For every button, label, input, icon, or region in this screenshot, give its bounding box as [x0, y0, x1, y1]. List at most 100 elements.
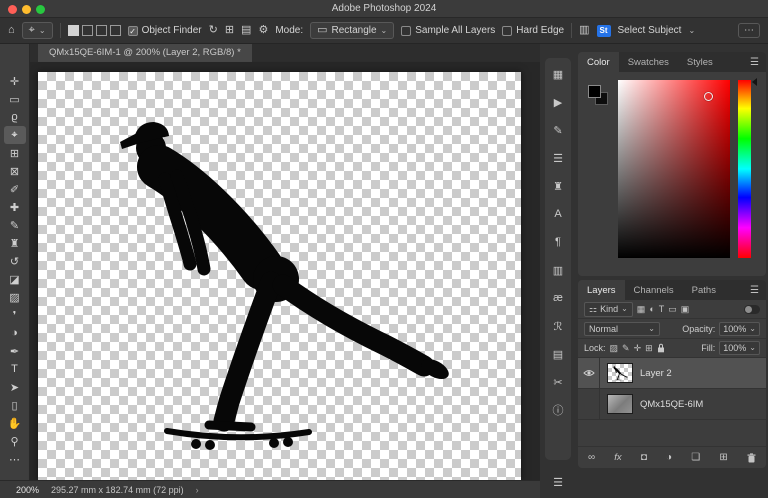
- move-tool[interactable]: ✛: [4, 72, 26, 90]
- edit-toolbar-button[interactable]: ⋯: [4, 450, 26, 468]
- show-all-objects-icon[interactable]: ⊞: [225, 25, 234, 36]
- new-selection-icon[interactable]: [67, 25, 79, 36]
- more-panels-icon[interactable]: ☰: [545, 470, 571, 494]
- frame-tool[interactable]: ⊠: [4, 162, 26, 180]
- properties-panel-icon[interactable]: ☰: [549, 149, 567, 167]
- opacity-dropdown[interactable]: 100% ⌄: [719, 321, 760, 336]
- cloud-processing-badge[interactable]: St: [596, 24, 611, 37]
- type-tool[interactable]: T: [4, 360, 26, 378]
- lock-transparent-pixels-icon[interactable]: ▨: [610, 343, 619, 354]
- info-panel-icon[interactable]: ⓘ: [549, 401, 567, 419]
- zoom-level[interactable]: 200%: [16, 485, 39, 495]
- hue-slider-handle[interactable]: [752, 78, 757, 86]
- delete-layer-icon[interactable]: [747, 452, 756, 463]
- tab-paths[interactable]: Paths: [683, 280, 725, 300]
- scissors-panel-icon[interactable]: ✂: [549, 373, 567, 391]
- subtract-from-selection-icon[interactable]: [95, 25, 107, 36]
- panel-menu-icon[interactable]: ☰: [743, 52, 766, 72]
- hue-slider[interactable]: [738, 80, 751, 258]
- filter-kind-dropdown[interactable]: ⚏ Kind ⌄: [584, 301, 633, 317]
- visibility-toggle[interactable]: [578, 358, 600, 388]
- pen-tool[interactable]: ✒: [4, 342, 26, 360]
- link-layers-icon[interactable]: ∞: [588, 452, 595, 463]
- device-icon[interactable]: ▥: [579, 25, 589, 36]
- object-selection-tool[interactable]: ⌖: [3, 126, 26, 144]
- filter-type-layers-icon[interactable]: T: [659, 304, 665, 314]
- checkbox-icon[interactable]: [502, 25, 513, 36]
- foreground-color-swatch[interactable]: [588, 85, 601, 98]
- layer-thumbnail[interactable]: [607, 394, 633, 414]
- new-layer-icon[interactable]: ⊞: [719, 452, 727, 463]
- gradient-tool[interactable]: ▨: [4, 288, 26, 306]
- tab-channels[interactable]: Channels: [625, 280, 683, 300]
- document-tab[interactable]: QMx15QE-6IM-1 @ 200% (Layer 2, RGB/8) *: [38, 44, 252, 62]
- checkbox-icon[interactable]: [401, 25, 412, 36]
- blur-tool[interactable]: ❜: [4, 306, 26, 324]
- intersect-selection-icon[interactable]: [109, 25, 121, 36]
- filter-smart-objects-icon[interactable]: ▣: [681, 304, 690, 315]
- layer-thumbnail[interactable]: [607, 363, 633, 383]
- eraser-tool[interactable]: ◪: [4, 270, 26, 288]
- lock-position-icon[interactable]: ✛: [634, 343, 642, 354]
- adjustment-layer-icon[interactable]: ◑: [666, 452, 672, 463]
- select-subject-button[interactable]: Select Subject: [618, 25, 682, 36]
- more-options-button[interactable]: ⋯: [738, 23, 760, 38]
- marquee-tool[interactable]: ▭: [4, 90, 26, 108]
- tab-swatches[interactable]: Swatches: [619, 52, 678, 72]
- visibility-toggle[interactable]: [578, 389, 600, 419]
- brush-tool[interactable]: ✎: [4, 216, 26, 234]
- hard-edge-checkbox[interactable]: Hard Edge: [502, 25, 564, 36]
- tab-layers[interactable]: Layers: [578, 280, 625, 300]
- lock-all-icon[interactable]: [657, 343, 665, 353]
- blend-mode-dropdown[interactable]: Normal ⌄: [584, 321, 660, 336]
- tab-color[interactable]: Color: [578, 52, 619, 72]
- layer-name[interactable]: Layer 2: [640, 368, 672, 379]
- panel-menu-icon[interactable]: ☰: [743, 280, 766, 300]
- paragraph-panel-icon[interactable]: ¶: [549, 233, 567, 251]
- home-icon[interactable]: ⌂: [8, 25, 15, 36]
- lock-artboard-icon[interactable]: ⊞: [645, 343, 653, 354]
- character-panel-icon[interactable]: A: [549, 205, 567, 223]
- crop-tool[interactable]: ⊞: [4, 144, 26, 162]
- libraries-panel-icon[interactable]: ▦: [549, 65, 567, 83]
- tab-styles[interactable]: Styles: [678, 52, 722, 72]
- filter-shape-layers-icon[interactable]: ▭: [668, 304, 677, 315]
- clone-source-panel-icon[interactable]: ♜: [549, 177, 567, 195]
- healing-brush-tool[interactable]: ✚: [4, 198, 26, 216]
- add-mask-icon[interactable]: ◘: [641, 452, 647, 463]
- actions-panel-icon[interactable]: ▶: [549, 93, 567, 111]
- brush-settings-panel-icon[interactable]: ✎: [549, 121, 567, 139]
- object-finder-checkbox[interactable]: ✓ Object Finder: [127, 25, 202, 36]
- gear-icon[interactable]: ⚙: [258, 25, 268, 36]
- eyedropper-tool[interactable]: ✐: [4, 180, 26, 198]
- tool-preset-dropdown[interactable]: ⌖ ⌄: [21, 22, 53, 39]
- dodge-tool[interactable]: ◑: [4, 324, 26, 342]
- history-brush-tool[interactable]: ↺: [4, 252, 26, 270]
- filter-adjustment-layers-icon[interactable]: ◐: [649, 304, 654, 314]
- chevron-down-icon[interactable]: ⌄: [688, 26, 695, 35]
- character-styles-panel-icon[interactable]: æ: [549, 289, 567, 307]
- shape-tool[interactable]: ▯: [4, 396, 26, 414]
- checkbox-checked-icon[interactable]: ✓: [127, 25, 138, 36]
- timeline-panel-icon[interactable]: ▤: [549, 345, 567, 363]
- refresh-icon[interactable]: ↻: [209, 25, 218, 36]
- layer-comps-panel-icon[interactable]: ▥: [549, 261, 567, 279]
- new-group-icon[interactable]: ❏: [691, 452, 700, 463]
- sample-all-layers-checkbox[interactable]: Sample All Layers: [401, 25, 495, 36]
- fill-dropdown[interactable]: 100% ⌄: [719, 341, 760, 355]
- layer-effects-icon[interactable]: fx: [614, 452, 621, 463]
- layer-name[interactable]: QMx15QE-6IM: [640, 399, 703, 410]
- filter-toggle-switch[interactable]: [744, 304, 760, 314]
- filter-pixel-layers-icon[interactable]: ▦: [637, 304, 646, 315]
- add-to-selection-icon[interactable]: [81, 25, 93, 36]
- lock-image-pixels-icon[interactable]: ✎: [622, 343, 630, 354]
- color-picker-handle[interactable]: [704, 92, 713, 101]
- mode-dropdown[interactable]: ▭ Rectangle ⌄: [310, 22, 395, 39]
- path-selection-tool[interactable]: ➤: [4, 378, 26, 396]
- paragraph-styles-panel-icon[interactable]: ℛ: [549, 317, 567, 335]
- layer-row[interactable]: Layer 2: [578, 358, 766, 389]
- lasso-tool[interactable]: ϱ: [4, 108, 26, 126]
- status-expand-icon[interactable]: ›: [196, 485, 199, 495]
- hand-tool[interactable]: ✋: [4, 414, 26, 432]
- document-canvas[interactable]: [38, 72, 521, 480]
